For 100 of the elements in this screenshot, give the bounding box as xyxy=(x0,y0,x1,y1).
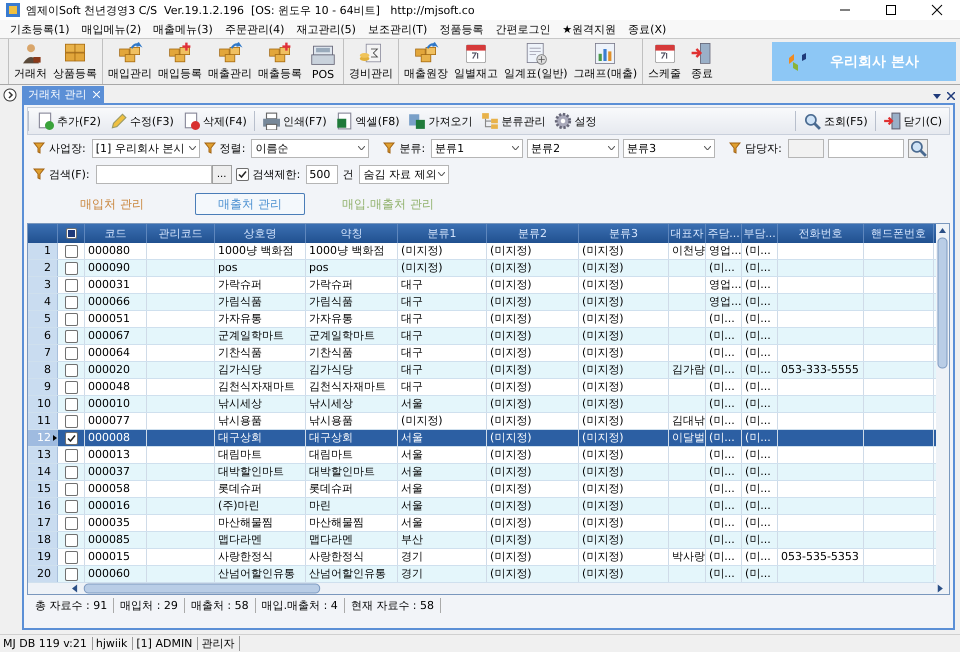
menu-item[interactable]: 매출메뉴(3) xyxy=(147,22,219,36)
table-row[interactable]: 19 000015 사랑한정식 사랑한정식 경기 (미지정) (미지정) 박사랑 (미... (미... 053-535-5353 xyxy=(28,549,936,566)
browse-button[interactable]: ... xyxy=(212,164,232,184)
toolbar-button[interactable]: 경비관리 xyxy=(346,39,396,84)
menu-item[interactable]: 매입메뉴(2) xyxy=(76,22,148,36)
table-row[interactable]: 2 000090 pos pos (미지정) (미지정) (미지정) (미... (미... xyxy=(28,260,936,277)
sort-select[interactable]: 이름순 xyxy=(251,138,370,158)
toolbar-button[interactable]: 거래처 xyxy=(11,39,50,84)
close-icon[interactable] xyxy=(947,92,955,100)
row-checkbox[interactable] xyxy=(64,398,78,410)
toolbar-button[interactable]: 스케줄 xyxy=(645,39,684,84)
row-checkbox[interactable] xyxy=(64,278,78,292)
site-select[interactable]: [1] 우리회사 본시 xyxy=(92,138,200,158)
table-row[interactable]: 16 000016 (주)마린 마린 서울 (미지정) (미지정) (미... (미... xyxy=(28,498,936,515)
row-checkbox[interactable] xyxy=(64,312,78,326)
table-row[interactable]: 11 000077 낚시용품 낚시용품 (미지정) (미지정) (미지정) 김대낚 (미... (미... xyxy=(28,413,936,430)
row-checkbox[interactable] xyxy=(64,432,78,444)
menu-item[interactable]: 주문관리(4) xyxy=(218,22,290,36)
row-checkbox[interactable] xyxy=(64,466,78,478)
row-checkbox[interactable] xyxy=(64,448,78,462)
hidden-filter-select[interactable]: 숨김 자료 제외 xyxy=(359,164,450,184)
limit-field[interactable]: 500 xyxy=(306,164,338,184)
row-checkbox[interactable] xyxy=(64,330,78,342)
row-checkbox[interactable] xyxy=(64,296,78,308)
table-row[interactable]: 20 000060 산넘어할인유통 산넘어할인유통 경기 (미지정) (미지정) (미... (미... xyxy=(28,566,936,583)
search-button[interactable] xyxy=(908,138,928,158)
row-checkbox[interactable] xyxy=(64,516,78,530)
table-row[interactable]: 5 000051 가자유통 가자유통 대구 (미지정) (미지정) (미... (미... xyxy=(28,311,936,328)
toolbar-button[interactable]: 수정(F3) xyxy=(106,111,177,131)
toolbar-button[interactable]: 설정 xyxy=(550,111,600,131)
table-cell: (미... xyxy=(742,379,778,395)
dropdown-icon[interactable] xyxy=(933,92,941,100)
table-row[interactable]: 12 000008 대구상회 대구상회 서울 (미지정) (미지정) 이달벌 (미... (미... xyxy=(28,430,936,447)
toolbar-button[interactable]: 엑셀(F8) xyxy=(332,111,403,131)
vertical-scrollbar[interactable] xyxy=(936,224,949,583)
row-checkbox[interactable] xyxy=(64,534,78,546)
toolbar-button[interactable]: 매입등록 xyxy=(155,39,205,84)
table-row[interactable]: 1 000080 1000냥 백화점 1000냥 백화점 (미지정) (미지정) (미지정) 이천냥 영업... (미... xyxy=(28,243,936,260)
toolbar-button[interactable]: 일별재고 xyxy=(451,39,501,84)
table-cell: 000010 xyxy=(85,396,147,412)
toolbar-button[interactable]: 종료 xyxy=(684,39,720,84)
table-row[interactable]: 13 000013 대림마트 대림마트 서울 (미지정) (미지정) (미... (미... xyxy=(28,447,936,464)
checkbox[interactable] xyxy=(236,168,249,180)
table-row[interactable]: 3 000031 가락슈퍼 가락슈퍼 대구 (미지정) (미지정) 영업... (미... xyxy=(28,277,936,294)
table-row[interactable]: 10 000010 낚시세상 낚시세상 서울 (미지정) (미지정) (미... (미... xyxy=(28,396,936,413)
category-select[interactable]: 분류3 xyxy=(623,138,716,158)
toolbar-button[interactable]: 조회(F5) xyxy=(800,111,871,131)
menu-item[interactable]: ★원격지원 xyxy=(556,22,622,36)
menu-item[interactable]: 간편로그인 xyxy=(489,22,556,36)
table-row[interactable]: 15 000058 롯데슈퍼 롯데슈퍼 서울 (미지정) (미지정) (미... (미... xyxy=(28,481,936,498)
category-select[interactable]: 분류1 xyxy=(431,138,524,158)
toolbar-button[interactable]: 분류관리 xyxy=(478,111,549,131)
toolbar-button[interactable]: 매입관리 xyxy=(105,39,155,84)
row-checkbox[interactable] xyxy=(64,262,78,274)
horizontal-scrollbar[interactable] xyxy=(28,583,949,594)
menu-item[interactable]: 보조관리(T) xyxy=(362,22,434,36)
table-cell: 마산해물찜 xyxy=(306,515,398,531)
toolbar-button[interactable]: POS xyxy=(305,39,341,84)
table-cell: (미지정) xyxy=(579,311,669,327)
row-checkbox[interactable] xyxy=(64,568,78,580)
search-field[interactable] xyxy=(96,164,212,184)
row-checkbox[interactable] xyxy=(64,550,78,564)
row-checkbox[interactable] xyxy=(64,244,78,258)
table-cell: (미지정) xyxy=(487,311,579,327)
table-row[interactable]: 4 000066 가림식품 가림식품 대구 (미지정) (미지정) 영업... (미... xyxy=(28,294,936,311)
menu-item[interactable]: 재고관리(5) xyxy=(290,22,362,36)
toolbar-button[interactable]: 추가(F2) xyxy=(33,111,104,131)
table-cell: (미지정) xyxy=(487,566,579,582)
manager-field[interactable] xyxy=(828,138,904,158)
table-row[interactable]: 6 000067 군계일학마트 군계일학마트 대구 (미지정) (미지정) (미... (미... xyxy=(28,328,936,345)
row-checkbox[interactable] xyxy=(64,364,78,376)
menu-item[interactable]: 종료(X) xyxy=(622,22,672,36)
table-row[interactable]: 18 000085 맵다라멘 맵다라멘 부산 (미지정) (미지정) (미... (미... xyxy=(28,532,936,549)
toolbar-button[interactable]: 매출원장 xyxy=(401,39,451,84)
toolbar-button[interactable]: 삭제(F4) xyxy=(178,111,250,131)
table-row[interactable]: 9 000048 김천식자재마트 김천식자재마트 대구 (미지정) (미지정) (미... (미... xyxy=(28,379,936,396)
select-all-checkbox[interactable] xyxy=(66,228,76,239)
row-checkbox[interactable] xyxy=(64,346,78,360)
manager-code-field[interactable] xyxy=(788,138,824,158)
menu-item[interactable]: 정품등록 xyxy=(433,22,490,36)
table-row[interactable]: 17 000035 마산해물찜 마산해물찜 서울 (미지정) (미지정) (미... (미... xyxy=(28,515,936,532)
row-checkbox[interactable] xyxy=(64,482,78,496)
category-select[interactable]: 분류2 xyxy=(527,138,620,158)
toolbar-button[interactable]: 일계표(일반) xyxy=(501,39,571,84)
table-row[interactable]: 8 000020 김가식당 김가식당 대구 (미지정) (미지정) 김가람 (미... (미... 053-333-5555 xyxy=(28,362,936,379)
toolbar-button[interactable]: 인쇄(F7) xyxy=(258,111,330,131)
toolbar-button[interactable]: 매출등록 xyxy=(255,39,305,84)
row-checkbox[interactable] xyxy=(64,414,78,428)
menu-item[interactable]: 기초등록(1) xyxy=(4,22,76,36)
toolbar-button[interactable]: 닫기(C) xyxy=(880,111,945,131)
row-checkbox[interactable] xyxy=(64,380,78,394)
table-row[interactable]: 7 000064 기찬식품 기찬식품 대구 (미지정) (미지정) (미... (미... xyxy=(28,345,936,362)
toolbar-button[interactable]: 그래프(매출) xyxy=(570,39,640,84)
toolbar-button[interactable]: 가져오기 xyxy=(404,111,476,131)
table-cell: 산넘어할인유통 xyxy=(215,566,306,582)
expand-icon[interactable] xyxy=(3,88,17,102)
table-row[interactable]: 14 000037 대박할인마트 대박할인마트 서울 (미지정) (미지정) (미... (미... xyxy=(28,464,936,481)
toolbar-button[interactable]: 상품등록 xyxy=(50,39,100,84)
toolbar-button[interactable]: 매출관리 xyxy=(205,39,255,84)
row-checkbox[interactable] xyxy=(64,500,78,512)
